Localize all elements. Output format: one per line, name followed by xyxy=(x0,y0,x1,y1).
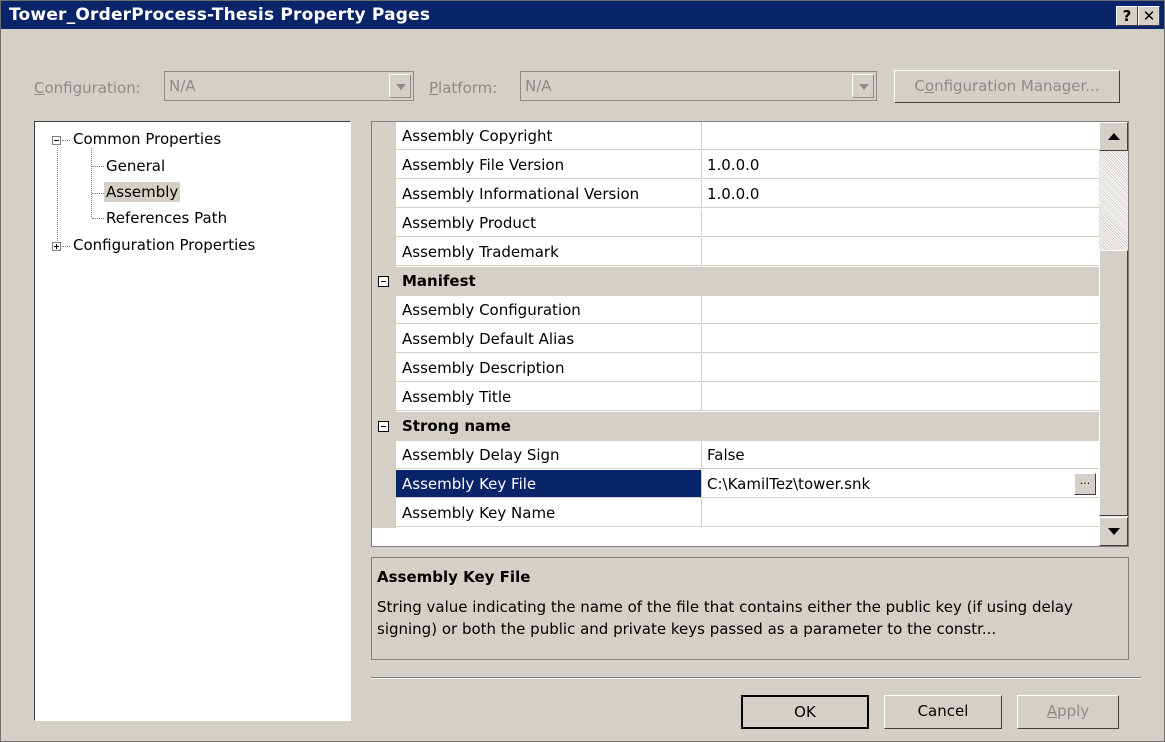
row-gutter xyxy=(372,325,396,354)
row-gutter xyxy=(372,354,396,383)
collapse-icon[interactable] xyxy=(378,276,389,287)
tree-item-common-properties[interactable]: Common Properties xyxy=(73,130,221,148)
property-value[interactable]: C:\KamilTez\tower.snk xyxy=(702,470,1099,498)
tree-line xyxy=(92,218,104,219)
help-button[interactable]: ? xyxy=(1116,6,1138,26)
row-gutter xyxy=(372,238,396,267)
expand-icon[interactable] xyxy=(52,242,61,251)
platform-select[interactable]: N/A xyxy=(520,71,877,101)
title-bar[interactable]: Tower_OrderProcess-Thesis Property Pages… xyxy=(1,1,1164,29)
platform-label: Platform: xyxy=(429,79,498,97)
category-row-manifest[interactable]: Manifest xyxy=(372,267,1099,296)
close-button[interactable]: ✕ xyxy=(1138,6,1160,26)
property-value[interactable] xyxy=(702,354,1099,382)
property-row[interactable]: Assembly Trademark xyxy=(372,238,1099,267)
separator xyxy=(371,677,1141,679)
property-row[interactable]: Assembly Default Alias xyxy=(372,325,1099,354)
property-row[interactable]: Assembly Key Name xyxy=(372,499,1099,528)
property-value[interactable]: 1.0.0.0 xyxy=(702,180,1099,208)
scroll-up-button[interactable] xyxy=(1099,122,1128,151)
property-row[interactable]: Assembly Copyright xyxy=(372,122,1099,151)
category-row-strong-name[interactable]: Strong name xyxy=(372,412,1099,441)
property-value[interactable] xyxy=(702,383,1099,411)
platform-value: N/A xyxy=(525,77,552,95)
property-value[interactable]: 1.0.0.0 xyxy=(702,151,1099,179)
property-value[interactable] xyxy=(702,209,1099,237)
row-gutter xyxy=(372,470,396,499)
property-name: Assembly Key File xyxy=(396,470,702,498)
tree-line xyxy=(62,140,70,141)
description-title: Assembly Key File xyxy=(377,568,531,586)
property-name: Assembly Configuration xyxy=(396,296,702,324)
browse-button[interactable]: ... xyxy=(1074,473,1096,495)
configuration-value: N/A xyxy=(169,77,196,95)
property-row[interactable]: Assembly Title xyxy=(372,383,1099,412)
tree-line xyxy=(62,246,70,247)
row-gutter xyxy=(372,180,396,209)
apply-button[interactable]: Apply xyxy=(1017,695,1119,729)
property-name: Assembly Key Name xyxy=(396,499,702,527)
tree-item-general[interactable]: General xyxy=(106,157,165,175)
property-name: Assembly Title xyxy=(396,383,702,411)
property-name: Assembly Informational Version xyxy=(396,180,702,208)
tree-line xyxy=(92,193,104,194)
property-value[interactable]: False xyxy=(702,441,1099,469)
tree-line xyxy=(92,166,104,167)
property-pages-window: Tower_OrderProcess-Thesis Property Pages… xyxy=(0,0,1165,742)
row-gutter xyxy=(372,209,396,238)
property-row[interactable]: Assembly Description xyxy=(372,354,1099,383)
property-row[interactable]: Assembly Informational Version 1.0.0.0 xyxy=(372,180,1099,209)
property-value[interactable] xyxy=(702,325,1099,353)
property-name: Assembly Product xyxy=(396,209,702,237)
scroll-track[interactable] xyxy=(1099,151,1128,250)
tree-line xyxy=(57,146,58,241)
category-name: Manifest xyxy=(402,272,476,290)
tree-item-assembly[interactable]: Assembly xyxy=(104,182,181,202)
scroll-thumb[interactable] xyxy=(1099,250,1128,516)
description-panel: Assembly Key File String value indicatin… xyxy=(371,557,1129,660)
cancel-button[interactable]: Cancel xyxy=(884,695,1002,729)
ok-button[interactable]: OK xyxy=(741,695,869,729)
window-title: Tower_OrderProcess-Thesis Property Pages xyxy=(9,5,431,25)
property-value[interactable] xyxy=(702,238,1099,266)
category-tree: Common Properties General Assembly Refer… xyxy=(34,121,351,721)
property-name: Assembly Copyright xyxy=(396,122,702,150)
tree-item-configuration-properties[interactable]: Configuration Properties xyxy=(73,236,255,254)
category-name: Strong name xyxy=(402,417,511,435)
property-name: Assembly Delay Sign xyxy=(396,441,702,469)
property-row[interactable]: Assembly Delay Sign False xyxy=(372,441,1099,470)
scroll-down-button[interactable] xyxy=(1099,517,1128,546)
row-gutter xyxy=(372,383,396,412)
vertical-scrollbar[interactable] xyxy=(1099,122,1128,546)
property-row-selected[interactable]: Assembly Key File C:\KamilTez\tower.snk..… xyxy=(372,470,1099,499)
configuration-manager-button[interactable]: Configuration Manager... xyxy=(894,70,1120,103)
property-value[interactable] xyxy=(702,122,1099,150)
property-row[interactable]: Assembly File Version 1.0.0.0 xyxy=(372,151,1099,180)
row-gutter xyxy=(372,296,396,325)
chevron-down-icon[interactable] xyxy=(852,74,874,98)
property-name: Assembly Description xyxy=(396,354,702,382)
configuration-select[interactable]: N/A xyxy=(164,71,414,101)
collapse-icon[interactable] xyxy=(378,421,389,432)
property-value[interactable] xyxy=(702,296,1099,324)
property-name: Assembly Default Alias xyxy=(396,325,702,353)
configuration-label: Configuration: xyxy=(34,79,141,97)
property-name: Assembly File Version xyxy=(396,151,702,179)
property-row[interactable]: Assembly Configuration xyxy=(372,296,1099,325)
property-row[interactable]: Assembly Product xyxy=(372,209,1099,238)
property-value[interactable] xyxy=(702,499,1099,527)
tree-item-references-path[interactable]: References Path xyxy=(106,209,227,227)
row-gutter xyxy=(372,499,396,528)
chevron-down-icon[interactable] xyxy=(389,74,411,98)
collapse-icon[interactable] xyxy=(52,136,61,145)
property-name: Assembly Trademark xyxy=(396,238,702,266)
row-gutter xyxy=(372,122,396,151)
property-grid: Assembly Copyright Assembly File Version… xyxy=(371,121,1129,547)
row-gutter xyxy=(372,151,396,180)
tree-line xyxy=(91,148,92,217)
row-gutter xyxy=(372,441,396,470)
description-text: String value indicating the name of the … xyxy=(377,598,1073,638)
